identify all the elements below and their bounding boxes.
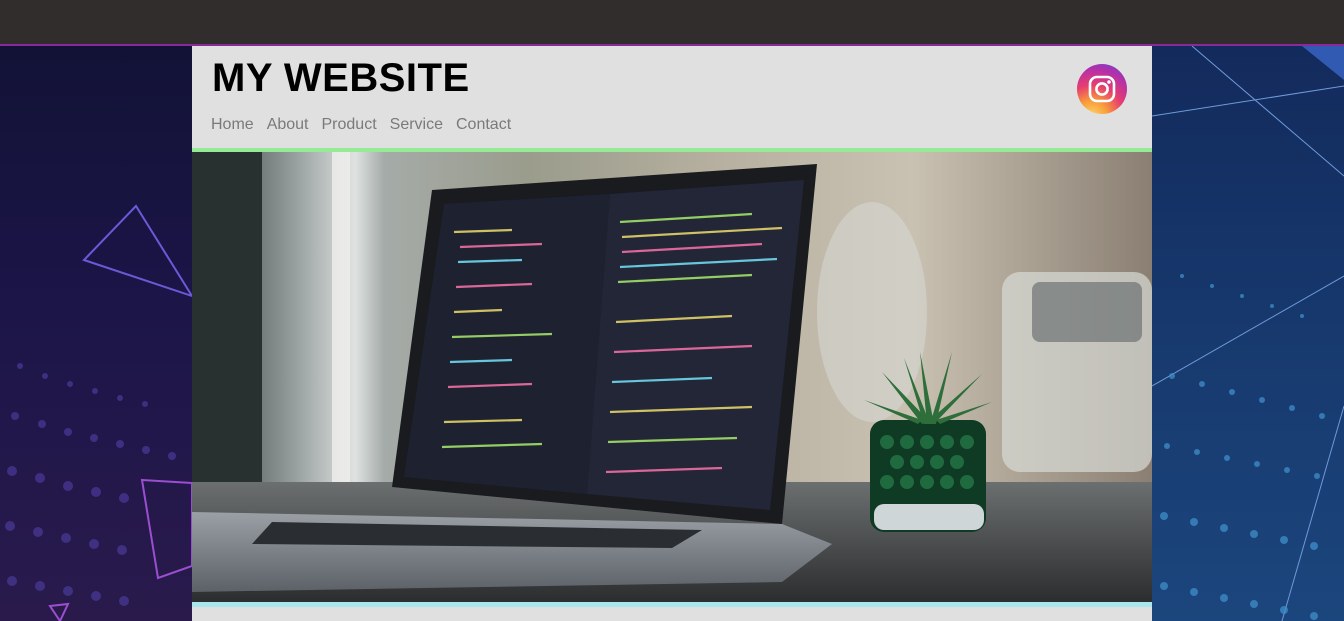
right-decorative-background [1152, 46, 1344, 621]
nav-link-contact[interactable]: Contact [456, 116, 511, 134]
instagram-icon[interactable] [1077, 64, 1127, 114]
site-title: MY WEBSITE [212, 56, 470, 100]
nav-link-about[interactable]: About [267, 116, 309, 134]
left-decorative-background [0, 46, 192, 621]
hero-image [192, 152, 1152, 602]
site-header: MY WEBSITE Home About Product Service Co… [192, 46, 1152, 148]
main-navigation: Home About Product Service Contact [211, 116, 524, 134]
left-geometric-pattern [5, 204, 192, 621]
nav-link-home[interactable]: Home [211, 116, 254, 134]
nav-link-service[interactable]: Service [390, 116, 443, 134]
right-geometric-pattern [1152, 46, 1344, 621]
page-container: MY WEBSITE Home About Product Service Co… [192, 46, 1152, 621]
nav-link-product[interactable]: Product [322, 116, 377, 134]
laptop-photo-illustration [192, 152, 1152, 602]
content-area [192, 607, 1152, 621]
browser-top-bar [0, 0, 1344, 46]
